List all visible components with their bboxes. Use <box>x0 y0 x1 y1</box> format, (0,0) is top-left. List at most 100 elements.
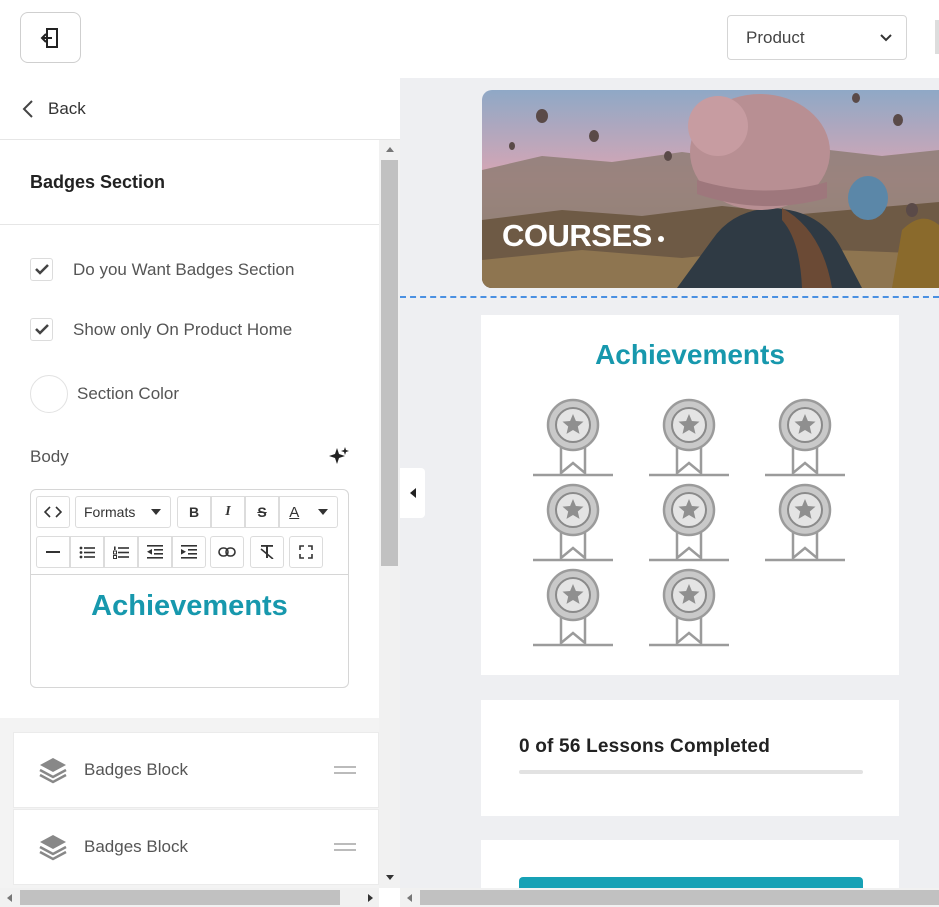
blocks-list: Badges Block Badges Block <box>0 718 379 888</box>
italic-label: I <box>225 504 231 519</box>
indent-icon <box>181 545 197 559</box>
strikethrough-label: S <box>257 504 267 520</box>
top-bar: Product <box>0 0 939 78</box>
body-row: Body <box>30 446 350 468</box>
vertical-scrollbar[interactable] <box>379 140 400 888</box>
horizontal-rule-button[interactable] <box>36 536 70 568</box>
scroll-up-arrow[interactable] <box>379 140 400 158</box>
badge-icon <box>649 398 729 477</box>
formats-label: Formats <box>84 504 136 520</box>
section-color-option: Section Color <box>30 375 179 413</box>
outdent-icon <box>147 545 163 559</box>
chevron-left-icon <box>22 99 33 118</box>
badge-icon <box>765 398 845 477</box>
layers-icon <box>39 758 67 784</box>
block-label: Badges Block <box>84 760 188 779</box>
preview-horizontal-scrollbar[interactable] <box>400 888 939 907</box>
exit-icon <box>40 27 58 48</box>
caret-down-icon <box>317 509 328 515</box>
want-badges-label: Do you Want Badges Section <box>73 259 295 279</box>
scroll-right-arrow[interactable] <box>361 888 379 907</box>
code-button[interactable] <box>36 496 70 528</box>
section-header: Badges Section <box>0 140 379 225</box>
scroll-down-arrow[interactable] <box>379 868 400 886</box>
badge-icon <box>533 568 613 647</box>
caret-left-icon <box>409 488 416 498</box>
sparkle-icon[interactable] <box>328 446 350 468</box>
code-icon <box>44 506 62 518</box>
section-color-swatch[interactable] <box>30 375 68 413</box>
drag-handle-icon[interactable] <box>334 843 356 851</box>
link-button[interactable] <box>210 536 244 568</box>
horizontal-scrollbar[interactable] <box>0 888 379 907</box>
badge-icon <box>765 483 845 562</box>
scrollbar-thumb[interactable] <box>420 890 939 905</box>
product-home-option: Show only On Product Home <box>30 318 292 341</box>
indent-button[interactable] <box>172 536 206 568</box>
formats-dropdown[interactable]: Formats <box>75 496 171 528</box>
badge-icon <box>533 483 613 562</box>
section-selection-outline <box>400 296 939 298</box>
want-badges-option: Do you Want Badges Section <box>30 258 294 281</box>
bold-label: B <box>188 504 200 520</box>
badges-block-item[interactable]: Badges Block <box>13 809 379 885</box>
lesson-progress-bar <box>519 770 863 774</box>
editor-content[interactable]: Achievements <box>31 576 348 623</box>
badge-icon <box>649 568 729 647</box>
text-color-label: A <box>289 503 300 521</box>
view-select[interactable]: Product <box>727 15 907 60</box>
badge-icon <box>533 398 613 477</box>
fullscreen-icon <box>299 545 313 559</box>
view-select-value: Product <box>746 27 805 47</box>
block-label: Badges Block <box>84 837 188 856</box>
caret-down-icon <box>151 509 161 515</box>
layers-icon <box>39 835 67 861</box>
italic-button[interactable]: I <box>211 496 245 528</box>
numbered-list-button[interactable] <box>104 536 138 568</box>
badge-grid <box>533 398 845 647</box>
chevron-down-icon <box>880 33 892 41</box>
course-banner: COURSES <box>482 90 939 288</box>
want-badges-checkbox[interactable] <box>30 258 53 281</box>
bullet-list-icon <box>79 546 95 558</box>
checkmark-icon <box>34 324 49 335</box>
scroll-left-arrow[interactable] <box>400 888 418 907</box>
settings-panel: Back Badges Section Do you Want Badges S… <box>0 78 400 907</box>
clear-format-icon <box>260 545 274 559</box>
achievements-card[interactable]: Achievements <box>481 315 899 675</box>
body-label: Body <box>30 447 69 466</box>
fullscreen-button[interactable] <box>289 536 323 568</box>
bullet-list-button[interactable] <box>70 536 104 568</box>
scrollbar-thumb[interactable] <box>381 160 398 566</box>
exit-button[interactable] <box>20 12 81 63</box>
banner-dot <box>658 236 664 242</box>
clear-format-button[interactable] <box>250 536 284 568</box>
strikethrough-button[interactable]: S <box>245 496 279 528</box>
numbered-list-icon <box>113 546 129 559</box>
scroll-left-arrow[interactable] <box>0 888 18 907</box>
banner-title: COURSES <box>502 218 652 253</box>
lessons-completed-text: 0 of 56 Lessons Completed <box>519 736 771 757</box>
checkmark-icon <box>34 264 49 275</box>
back-label: Back <box>48 98 86 118</box>
back-button[interactable]: Back <box>0 78 400 140</box>
product-home-checkbox[interactable] <box>30 318 53 341</box>
product-home-label: Show only On Product Home <box>73 319 293 339</box>
text-color-button[interactable]: A <box>279 496 338 528</box>
link-icon <box>218 547 236 557</box>
settings-scroll-area: Badges Section Do you Want Badges Sectio… <box>0 140 379 888</box>
drag-handle-icon[interactable] <box>334 766 356 774</box>
scrollbar-thumb[interactable] <box>20 890 340 905</box>
badge-icon <box>649 483 729 562</box>
banner-image <box>482 90 939 288</box>
collapse-panel-button[interactable] <box>400 468 425 518</box>
section-title: Badges Section <box>30 171 166 192</box>
bold-button[interactable]: B <box>177 496 211 528</box>
topbar-edge <box>935 20 939 54</box>
horizontal-rule-icon <box>46 551 60 553</box>
outdent-button[interactable] <box>138 536 172 568</box>
page-preview: COURSES Achievements 0 of 56 Lessons Com… <box>400 78 939 907</box>
editor-toolbar: Formats B I S A <box>31 490 348 575</box>
badges-block-item[interactable]: Badges Block <box>13 732 379 808</box>
rich-text-editor: Formats B I S A Achievements <box>30 489 349 688</box>
